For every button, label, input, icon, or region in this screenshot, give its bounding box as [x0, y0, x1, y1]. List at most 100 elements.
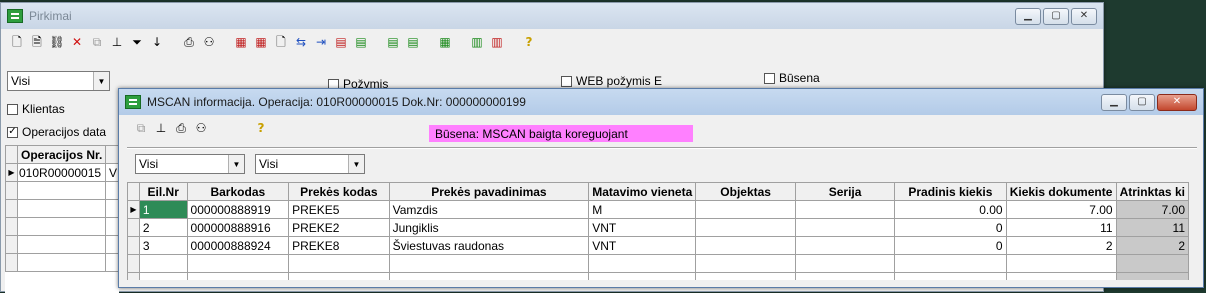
- column-header-objektas[interactable]: Objektas: [695, 182, 796, 201]
- pradinis-cell[interactable]: 0.00: [894, 200, 1007, 219]
- pavadinimas-cell[interactable]: Vamzdis: [388, 200, 590, 219]
- green-table-icon[interactable]: ▤: [353, 34, 369, 50]
- table-row[interactable]: ▶ 010R00000015 V: [5, 163, 119, 182]
- row-indicator-header: [127, 182, 140, 201]
- hierarchy-icon[interactable]: ⊥: [153, 120, 169, 136]
- atrinktas-cell[interactable]: 11: [1115, 218, 1189, 237]
- checkbox-box: [7, 103, 18, 115]
- table-row[interactable]: ▶ 1 000000888919 PREKE5 Vamzdis M 0.00 7…: [127, 200, 1189, 219]
- pavadinimas-cell[interactable]: Jungiklis: [388, 218, 590, 237]
- pradinis-cell[interactable]: 0: [894, 218, 1007, 237]
- klientas-checkbox[interactable]: Klientas: [7, 102, 65, 116]
- eil-cell[interactable]: 2: [138, 218, 188, 237]
- app-icon: [7, 9, 23, 23]
- red-table-icon[interactable]: ▤: [333, 34, 349, 50]
- web-pozymis-checkbox[interactable]: WEB požymis E: [561, 74, 662, 88]
- column-header-atrinktas[interactable]: Atrinktas ki: [1115, 182, 1189, 201]
- close-button[interactable]: ✕: [1157, 93, 1197, 111]
- close-button[interactable]: ✕: [1071, 7, 1097, 25]
- table-import-icon[interactable]: ▦: [253, 34, 269, 50]
- maximize-button[interactable]: ▢: [1043, 7, 1069, 25]
- pavadinimas-cell[interactable]: Šviestuvas raudonas: [388, 236, 590, 255]
- column-header-eil[interactable]: Eil.Nr: [138, 182, 188, 201]
- op-nr-cell[interactable]: 010R00000015: [17, 163, 106, 182]
- busena-checkbox[interactable]: Būsena: [764, 71, 820, 85]
- operacijos-data-checkbox[interactable]: ✓ Operacijos data: [7, 125, 106, 139]
- checkbox-box: [561, 75, 572, 87]
- dokumente-cell[interactable]: 11: [1005, 218, 1117, 237]
- link-icon[interactable]: ⇆: [293, 34, 309, 50]
- operacijos-data-label: Operacijos data: [22, 125, 107, 139]
- barkodas-cell[interactable]: 000000888919: [186, 200, 290, 219]
- main-window-controls: ▁ ▢ ✕: [1015, 7, 1103, 25]
- dokumente-cell[interactable]: 2: [1005, 236, 1117, 255]
- extra-cell[interactable]: V: [105, 163, 119, 182]
- print-icon[interactable]: ⎙: [181, 34, 197, 50]
- objektas-cell[interactable]: [695, 236, 796, 255]
- arrow-table-icon[interactable]: ⇥: [313, 34, 329, 50]
- barkodas-cell[interactable]: 000000888924: [186, 236, 290, 255]
- print-icon[interactable]: ⎙: [173, 120, 189, 136]
- help-icon[interactable]: ?: [253, 120, 269, 136]
- kodas-cell[interactable]: PREKE5: [288, 200, 390, 219]
- kodas-cell[interactable]: PREKE2: [288, 218, 390, 237]
- objektas-cell[interactable]: [695, 200, 796, 219]
- column-header-pavadinimas[interactable]: Prekės pavadinimas: [388, 182, 590, 201]
- column-header-dokumente[interactable]: Kiekis dokumente: [1005, 182, 1117, 201]
- copy-icon[interactable]: ⧉: [133, 120, 149, 136]
- tree-view-icon[interactable]: ⛓: [49, 34, 65, 50]
- column-header-barkodas[interactable]: Barkodas: [186, 182, 290, 201]
- dokumente-cell[interactable]: 7.00: [1005, 200, 1117, 219]
- table-export-icon[interactable]: ▦: [233, 34, 249, 50]
- column-header[interactable]: [105, 145, 119, 164]
- help-icon[interactable]: ?: [521, 34, 537, 50]
- eil-cell[interactable]: 3: [138, 236, 188, 255]
- column-header[interactable]: Operacijos Nr.: [17, 145, 106, 164]
- minimize-button[interactable]: ▁: [1015, 7, 1041, 25]
- column-header-pradinis[interactable]: Pradinis kiekis: [894, 182, 1007, 201]
- hierarchy-icon[interactable]: ⊥: [109, 34, 125, 50]
- copy-icon[interactable]: ⧉: [89, 34, 105, 50]
- new-document-icon[interactable]: 🗋: [9, 34, 25, 50]
- filter-icon[interactable]: ⏷: [129, 34, 145, 50]
- serija-cell[interactable]: [794, 236, 896, 255]
- green-table-add-icon[interactable]: ▤: [385, 34, 401, 50]
- sort-icon[interactable]: ↓: [149, 34, 165, 50]
- row-indicator: [127, 218, 140, 237]
- serija-cell[interactable]: [794, 200, 896, 219]
- main-grid-header-row: Operacijos Nr.: [5, 145, 119, 164]
- table-row[interactable]: 3 000000888924 PREKE8 Šviestuvas raudona…: [127, 236, 1189, 255]
- chevron-down-icon: ▼: [93, 72, 109, 90]
- dialog-filter-select-1[interactable]: Visi ▼: [135, 154, 245, 174]
- green-table-check-icon[interactable]: ▦: [437, 34, 453, 50]
- column-header-vnt[interactable]: Matavimo vieneta: [588, 182, 697, 201]
- eil-cell[interactable]: 1: [138, 200, 188, 219]
- objektas-cell[interactable]: [695, 218, 796, 237]
- green-table-edit-icon[interactable]: ▤: [405, 34, 421, 50]
- table-green-icon[interactable]: ▥: [469, 34, 485, 50]
- kodas-cell[interactable]: PREKE8: [288, 236, 390, 255]
- maximize-button[interactable]: ▢: [1129, 93, 1155, 111]
- items-grid: Eil.Nr Barkodas Prekės kodas Prekės pava…: [127, 182, 1189, 280]
- minimize-button[interactable]: ▁: [1101, 93, 1127, 111]
- vnt-cell[interactable]: M: [588, 200, 697, 219]
- column-header-serija[interactable]: Serija: [794, 182, 896, 201]
- table-row[interactable]: 2 000000888916 PREKE2 Jungiklis VNT 0 11…: [127, 218, 1189, 237]
- search-binoculars-icon[interactable]: ⚇: [193, 120, 209, 136]
- vnt-cell[interactable]: VNT: [588, 218, 697, 237]
- main-filter-select[interactable]: Visi ▼: [7, 71, 110, 91]
- pradinis-cell[interactable]: 0: [894, 236, 1007, 255]
- delete-icon[interactable]: ✕: [69, 34, 85, 50]
- atrinktas-cell[interactable]: 7.00: [1115, 200, 1189, 219]
- barkodas-cell[interactable]: 000000888916: [186, 218, 290, 237]
- serija-cell[interactable]: [794, 218, 896, 237]
- edit-document-icon[interactable]: 🗎: [29, 34, 45, 50]
- table-red-icon[interactable]: ▥: [489, 34, 505, 50]
- vnt-cell[interactable]: VNT: [588, 236, 697, 255]
- search-binoculars-icon[interactable]: ⚇: [201, 34, 217, 50]
- page-icon[interactable]: 🗋: [273, 34, 289, 50]
- column-header-kodas[interactable]: Prekės kodas: [288, 182, 390, 201]
- atrinktas-cell[interactable]: 2: [1115, 236, 1189, 255]
- dialog-filter-select-2[interactable]: Visi ▼: [255, 154, 365, 174]
- table-row: [5, 199, 119, 218]
